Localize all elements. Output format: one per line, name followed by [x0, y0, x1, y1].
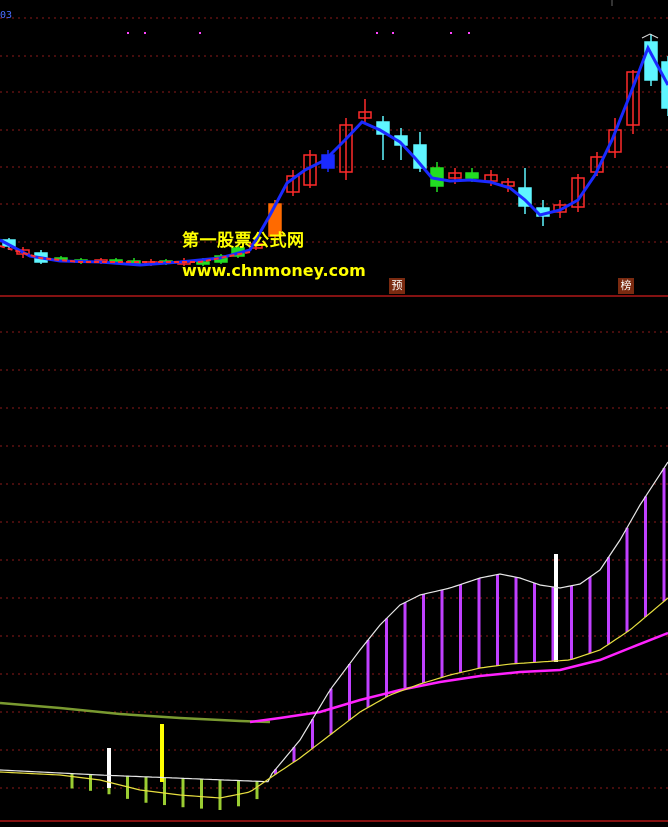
top-toolbar-strip: [0, 0, 668, 6]
ranking-badge[interactable]: 榜: [618, 278, 634, 294]
stock-chart-canvas[interactable]: [0, 0, 668, 823]
signal-dot: [376, 32, 378, 34]
forecast-badge[interactable]: 预: [389, 278, 405, 294]
signal-dot: [392, 32, 394, 34]
candle-body: [465, 172, 479, 179]
watermark-url: www.chnmoney.com: [182, 261, 366, 280]
stock-code-fragment: 03: [0, 10, 13, 21]
signal-dot: [144, 32, 146, 34]
oscillator-upper-line: [0, 461, 668, 783]
signal-dot: [127, 32, 129, 34]
signal-dot: [199, 32, 201, 34]
signal-dot: [468, 32, 470, 34]
high-price-marker: [641, 33, 659, 39]
oscillator-lower-line: [0, 597, 668, 799]
signal-dot: [450, 32, 452, 34]
chart-window[interactable]: 03 第一股票公式网 www.chnmoney.com 预 榜: [0, 0, 668, 823]
watermark-title: 第一股票公式网: [182, 231, 305, 251]
